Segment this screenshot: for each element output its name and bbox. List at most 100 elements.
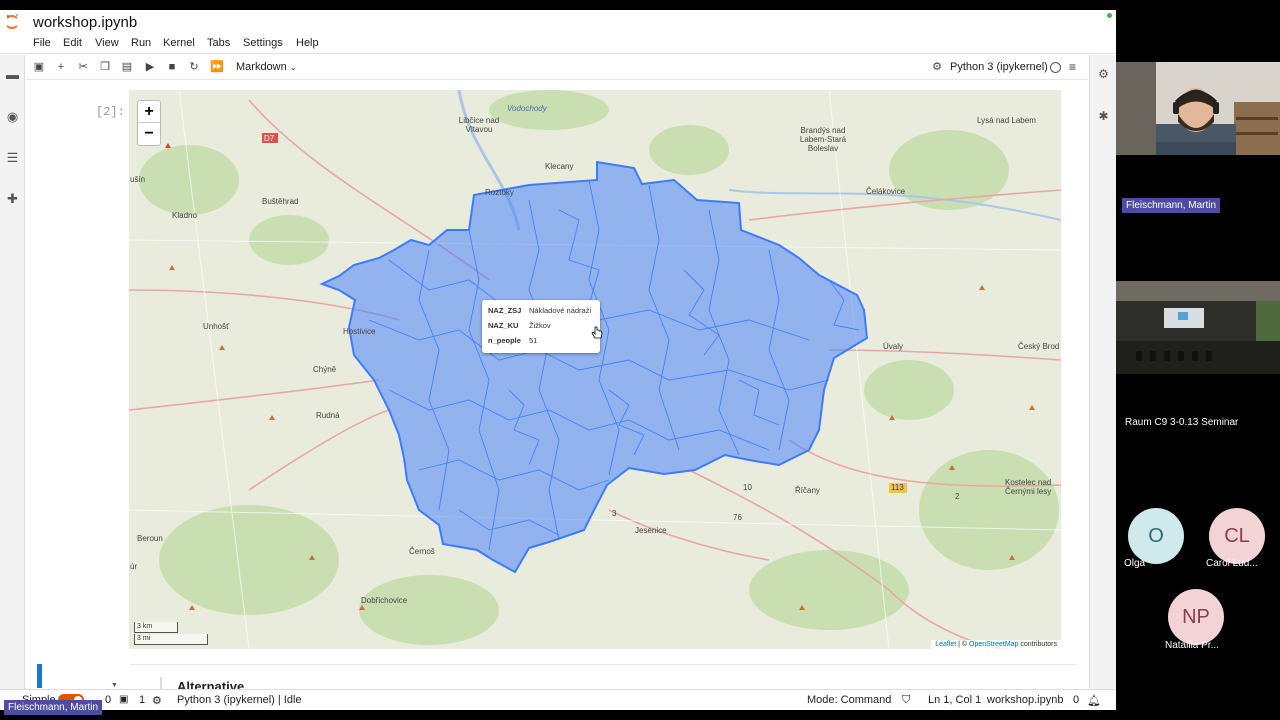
- place-label: Vodochody: [507, 104, 547, 113]
- bell-icon[interactable]: 🔔︎: [1087, 694, 1101, 707]
- scale-km: 3 km: [134, 622, 178, 633]
- cursor-position[interactable]: Ln 1, Col 1: [928, 694, 981, 706]
- place-label: Klecany: [545, 162, 574, 171]
- tooltip-row: n_people 51: [488, 336, 594, 351]
- room-video: [1116, 281, 1280, 374]
- cell-prompt: [2]:: [96, 105, 125, 119]
- tooltip-key: NAZ_ZSJ: [488, 306, 522, 315]
- folder-icon[interactable]: ▬: [5, 67, 20, 82]
- place-label: Říčany: [795, 486, 820, 495]
- title-bar: workshop.ipynb: [0, 10, 1116, 34]
- screen: workshop.ipynb File Edit View Run Kernel…: [0, 0, 1280, 720]
- menu-settings[interactable]: Settings: [243, 37, 283, 49]
- road-label: 3: [612, 509, 617, 518]
- hamburger-menu-icon[interactable]: ≡: [1069, 60, 1076, 74]
- kernel-name[interactable]: Python 3 (ipykernel): [950, 61, 1048, 73]
- cut-icon[interactable]: ✂: [76, 60, 90, 74]
- menu-view[interactable]: View: [95, 37, 119, 49]
- tooltip-value: Nákladové nádraží: [529, 306, 592, 315]
- menu-bar: File Edit View Run Kernel Tabs Settings …: [0, 34, 1116, 54]
- attribution-separator: | ©: [956, 641, 970, 648]
- extensions-icon[interactable]: ✚: [5, 191, 20, 206]
- chevron-down-icon: ⌄: [289, 63, 297, 72]
- participant-avatar[interactable]: CL: [1209, 508, 1265, 564]
- kernel-sessions-icon[interactable]: ⚙: [152, 694, 162, 707]
- participant-avatar[interactable]: O: [1128, 508, 1184, 564]
- fast-forward-icon[interactable]: ⏩: [210, 60, 224, 74]
- place-label: Čelákovice: [866, 187, 906, 196]
- place-label: ušín: [130, 175, 146, 184]
- place-label: Lysá nad Labem: [977, 116, 1036, 125]
- connection-indicator: [1107, 13, 1112, 18]
- place-label: Roztoky: [485, 188, 514, 197]
- participant-name: Carol Lud...: [1206, 558, 1258, 569]
- debugger-icon[interactable]: ✱: [1096, 109, 1111, 124]
- menu-file[interactable]: File: [33, 37, 51, 49]
- file-name: workshop.ipynb: [987, 694, 1064, 706]
- menu-run[interactable]: Run: [131, 37, 151, 49]
- road-label: 113: [891, 483, 904, 492]
- leaflet-link[interactable]: Leaflet: [935, 641, 956, 648]
- map-svg: [129, 90, 1061, 649]
- table-of-contents-icon[interactable]: ☰: [5, 150, 20, 165]
- cell-type-select[interactable]: Markdown ⌄: [236, 61, 297, 73]
- tooltip-row: NAZ_ZSJ Nákladové nádraží: [488, 306, 594, 321]
- menu-edit[interactable]: Edit: [63, 37, 82, 49]
- notebook-toolbar: ▣ + ✂ ❐ ▤ ▶ ■ ↻ ⏩ Markdown ⌄ ⚙ Python 3 …: [26, 55, 1088, 80]
- zoom-in-button[interactable]: +: [138, 101, 160, 123]
- osm-link[interactable]: OpenStreetMap: [969, 641, 1018, 648]
- collapse-icon[interactable]: ▼: [111, 682, 118, 689]
- map-view[interactable]: Vodochody Libčice nad Vltavou D7 Klecany…: [129, 90, 1061, 649]
- place-label: Rudná: [316, 411, 340, 420]
- shield-icon[interactable]: ⛉: [902, 694, 910, 707]
- tooltip-key: n_people: [488, 336, 521, 345]
- zoom-out-button[interactable]: −: [138, 123, 160, 145]
- active-cell-marker: [37, 664, 42, 688]
- place-label: Beroun: [137, 534, 163, 543]
- prague-districts: [319, 160, 869, 574]
- road-label: D7: [264, 134, 275, 143]
- room-name-label: Raum C9 3-0.13 Seminar: [1125, 417, 1239, 428]
- run-icon[interactable]: ▶: [143, 60, 157, 74]
- participant-name: Natallia Pr...: [1165, 640, 1219, 651]
- terminal-icon[interactable]: ▣: [119, 694, 128, 705]
- menu-help[interactable]: Help: [296, 37, 319, 49]
- insert-cell-icon[interactable]: +: [54, 60, 68, 74]
- participant-avatar[interactable]: NP: [1168, 589, 1224, 645]
- participant-name: Olga: [1124, 558, 1146, 569]
- property-inspector-icon[interactable]: ⚙: [1096, 67, 1111, 82]
- paste-icon[interactable]: ▤: [120, 60, 134, 74]
- place-label: Chýně: [313, 365, 337, 374]
- status-bar: Simple 0 ▣ 1 ⚙ Python 3 (ipykernel) | Id…: [0, 689, 1116, 710]
- cell-type-label: Markdown: [236, 61, 287, 73]
- window-title: workshop.ipynb: [33, 14, 138, 31]
- kernel-status-text[interactable]: Python 3 (ipykernel) | Idle: [177, 694, 302, 706]
- tooltip-value: Žižkov: [529, 321, 551, 330]
- notification-count: 0: [1073, 694, 1080, 706]
- mode-indicator: Mode: Command: [807, 694, 892, 706]
- attribution-text: contributors: [1018, 641, 1057, 648]
- kernel-count: 1: [139, 694, 146, 706]
- place-label: Český Brod: [1018, 342, 1060, 351]
- menu-tabs[interactable]: Tabs: [207, 37, 230, 49]
- place-label: Jesenice: [635, 526, 667, 535]
- place-label: Dobřichovice: [361, 596, 408, 605]
- hand-cursor-icon: [591, 326, 603, 339]
- stop-icon[interactable]: ■: [165, 60, 179, 74]
- copy-icon[interactable]: ❐: [98, 60, 112, 74]
- terminal-count: 0: [105, 694, 112, 706]
- place-label: Kostelec nad Černými lesy: [1005, 478, 1052, 496]
- restart-icon[interactable]: ↻: [187, 60, 201, 74]
- speaker-video: [1116, 62, 1280, 155]
- kernel-settings-icon[interactable]: ⚙: [930, 60, 944, 74]
- right-activity-bar: ⚙ ✱: [1089, 55, 1116, 695]
- jupyter-logo-icon: [6, 14, 18, 29]
- map-attribution: Leaflet | © OpenStreetMap contributors: [931, 640, 1061, 649]
- tooltip-row: NAZ_KU Žižkov: [488, 321, 594, 336]
- place-label: Buštěhrad: [262, 197, 299, 206]
- menu-kernel[interactable]: Kernel: [163, 37, 195, 49]
- save-icon[interactable]: ▣: [32, 60, 46, 74]
- zoom-control: + −: [137, 100, 161, 146]
- district-tooltip: NAZ_ZSJ Nákladové nádraží NAZ_KU Žižkov …: [482, 300, 600, 353]
- running-kernels-icon[interactable]: ◉: [5, 109, 20, 124]
